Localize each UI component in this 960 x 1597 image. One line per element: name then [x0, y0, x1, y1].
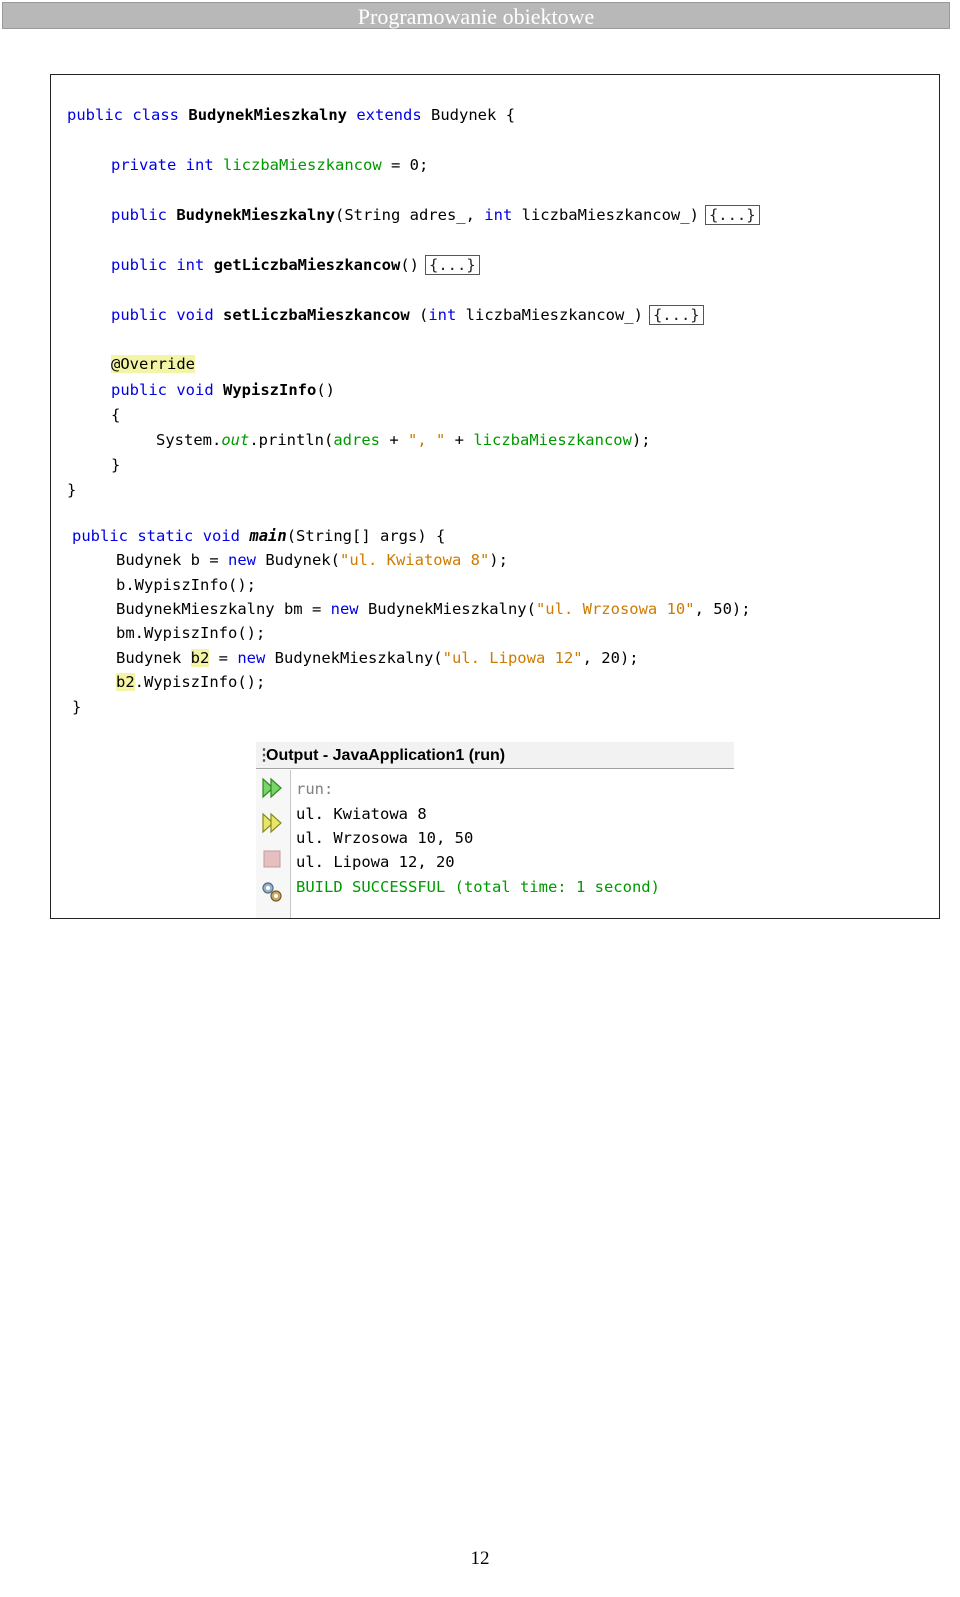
code-line-constructor: public BudynekMieszkalny(String adres_, … [111, 205, 760, 225]
code-line-main-6: b2.WypiszInfo(); [116, 673, 266, 691]
code-line-main-5: Budynek b2 = new BudynekMieszkalny("ul. … [116, 649, 639, 667]
settings-icon[interactable] [260, 880, 284, 904]
output-line: ul. Lipowa 12, 20 [296, 853, 455, 871]
code-line-getter: public int getLiczbaMieszkancow() {...} [111, 255, 480, 275]
code-line-main-3: BudynekMieszkalny bm = new BudynekMieszk… [116, 600, 751, 618]
code-line-field: private int liczbaMieszkancow = 0; [111, 156, 429, 174]
output-title: Output - JavaApplication1 (run) [266, 747, 506, 764]
code-fold-button[interactable]: {...} [704, 205, 760, 225]
code-line-println: System.out.println(adres + ", " + liczba… [156, 431, 651, 449]
code-line-close-brace: } [111, 456, 121, 474]
code-listing: public class BudynekMieszkalny extends B… [0, 0, 760, 900]
code-line-setter: public void setLiczbaMieszkancow (int li… [111, 305, 704, 325]
page-number: 12 [470, 1548, 490, 1569]
code-line-class-decl: public class BudynekMieszkalny extends B… [67, 106, 516, 124]
output-line-build-status: BUILD SUCCESSFUL (total time: 1 second) [296, 878, 660, 896]
page-header: Programowanie obiektowe [2, 2, 950, 29]
code-line-main-2: b.WypiszInfo(); [116, 576, 256, 594]
code-fold-button[interactable]: {...} [425, 255, 480, 275]
output-window: ⋮Output - JavaApplication1 (run) run: ul… [256, 742, 734, 918]
output-title-bar[interactable]: ⋮Output - JavaApplication1 (run) [256, 742, 734, 769]
output-line: run: [296, 780, 334, 798]
stop-icon[interactable] [260, 847, 284, 871]
code-line-annotation: @Override [111, 355, 195, 373]
drag-handle-icon[interactable]: ⋮ [256, 742, 272, 769]
code-line-main-4: bm.WypiszInfo(); [116, 624, 266, 642]
code-line-class-close-brace: } [67, 481, 77, 499]
code-line-open-brace: { [111, 406, 121, 424]
page-header-title: Programowanie obiektowe [357, 4, 595, 29]
output-toolbar [256, 770, 291, 918]
code-line-method-decl: public void WypiszInfo() [111, 381, 336, 399]
output-line: ul. Kwiatowa 8 [296, 805, 427, 823]
rerun-icon[interactable] [260, 776, 284, 800]
code-line-main-decl: public static void main(String[] args) { [72, 527, 446, 545]
code-fold-button[interactable]: {...} [648, 305, 704, 325]
code-line-main-close: } [72, 698, 82, 716]
rerun-with-options-icon[interactable] [260, 811, 284, 835]
code-line-main-1: Budynek b = new Budynek("ul. Kwiatowa 8"… [116, 551, 508, 569]
output-line: ul. Wrzosowa 10, 50 [296, 829, 474, 847]
